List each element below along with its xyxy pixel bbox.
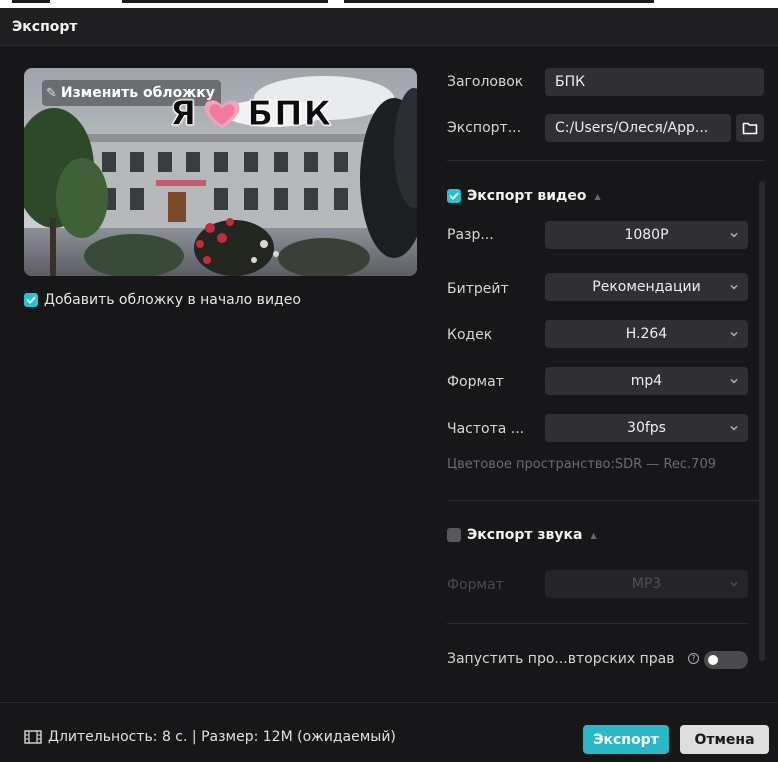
copyright-check-label: Запустить про...вторских прав	[447, 651, 675, 667]
video-export-label: Экспорт видео	[467, 188, 587, 204]
bitrate-select[interactable]: Рекомендации	[545, 273, 748, 301]
codec-label: Кодек	[447, 327, 493, 343]
framerate-select[interactable]: 30fps	[545, 414, 748, 442]
settings-scrollbar[interactable]	[759, 181, 765, 661]
chevron-down-icon	[730, 233, 738, 238]
format-select[interactable]: mp4	[545, 367, 748, 395]
title-input[interactable]: БПК	[545, 68, 764, 96]
video-export-toggle[interactable]: Экспорт видео ▲	[447, 186, 601, 206]
dialog-title: Экспорт	[12, 19, 78, 35]
cover-text-left: Я	[169, 94, 198, 135]
color-space-info: Цветовое пространство:SDR — Rec.709	[447, 457, 716, 472]
resolution-label: Разр...	[447, 227, 494, 243]
title-label: Заголовок	[447, 74, 524, 90]
add-cover-label: Добавить обложку в начало видео	[44, 292, 301, 308]
chevron-down-icon	[730, 582, 738, 587]
export-path-input[interactable]: C:/Users/Олеся/App...	[545, 114, 731, 142]
browse-folder-button[interactable]	[736, 114, 764, 142]
framerate-label: Частота ...	[447, 421, 525, 437]
folder-icon	[742, 122, 758, 135]
chevron-down-icon	[730, 332, 738, 337]
collapse-caret-icon[interactable]: ▲	[594, 192, 600, 201]
pencil-icon: ✎	[46, 85, 57, 101]
codec-select[interactable]: H.264	[545, 320, 748, 348]
title-bar: Экспорт	[0, 8, 778, 46]
cover-text-right: БПК	[247, 94, 333, 135]
format-value: mp4	[630, 373, 663, 389]
bitrate-label: Битрейт	[447, 281, 509, 297]
framerate-value: 30fps	[627, 420, 666, 436]
cover-overlay-text: Я БПК	[169, 94, 333, 135]
cover-preview[interactable]: ✎ Изменить обложку Я БПК	[24, 68, 417, 276]
export-button[interactable]: Экспорт	[583, 725, 669, 754]
export-dialog: Экспорт ✎ Изменить обложку Я БПК Добавит…	[0, 8, 778, 762]
chevron-down-icon	[730, 379, 738, 384]
add-cover-checkbox[interactable]	[24, 293, 38, 307]
video-export-checkbox[interactable]	[447, 189, 461, 203]
help-icon[interactable]: ?	[688, 653, 699, 664]
format-label: Формат	[447, 374, 504, 390]
chevron-down-icon	[730, 285, 738, 290]
bitrate-value: Рекомендации	[592, 279, 701, 295]
toggle-knob	[708, 655, 718, 665]
audio-export-toggle[interactable]: Экспорт звука ▲	[447, 525, 597, 545]
cancel-button[interactable]: Отмена	[680, 725, 769, 754]
background-page-strip	[0, 0, 778, 8]
copyright-check-toggle[interactable]	[704, 651, 748, 669]
duration-size-info: Длительность: 8 с. | Размер: 12M (ожидае…	[48, 729, 396, 745]
add-cover-option[interactable]: Добавить обложку в начало видео	[24, 291, 301, 309]
export-path-label: Экспорт...	[447, 120, 522, 136]
divider	[447, 160, 765, 161]
audio-format-label: Формат	[447, 577, 504, 593]
audio-export-label: Экспорт звука	[467, 527, 583, 543]
resolution-value: 1080P	[624, 227, 669, 243]
divider	[447, 623, 747, 624]
footer-divider	[0, 702, 778, 703]
audio-export-checkbox[interactable]	[447, 528, 461, 542]
audio-format-value: MP3	[631, 576, 662, 592]
codec-value: H.264	[625, 326, 668, 342]
chevron-down-icon	[730, 426, 738, 431]
collapse-caret-icon[interactable]: ▲	[590, 531, 596, 540]
film-icon	[24, 730, 42, 744]
pink-heart-icon	[204, 100, 240, 129]
audio-format-select[interactable]: MP3	[545, 570, 748, 598]
divider	[447, 500, 765, 501]
resolution-select[interactable]: 1080P	[545, 221, 748, 249]
